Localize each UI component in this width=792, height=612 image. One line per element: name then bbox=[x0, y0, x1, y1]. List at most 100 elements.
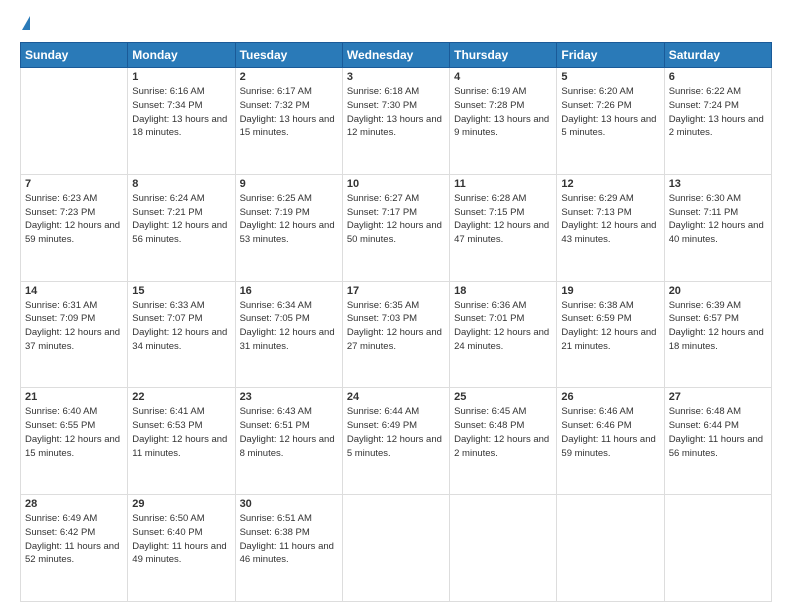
day-info: Sunrise: 6:38 AMSunset: 6:59 PMDaylight:… bbox=[561, 299, 659, 354]
day-info: Sunrise: 6:29 AMSunset: 7:13 PMDaylight:… bbox=[561, 192, 659, 247]
day-info: Sunrise: 6:20 AMSunset: 7:26 PMDaylight:… bbox=[561, 85, 659, 140]
day-cell: 13 Sunrise: 6:30 AMSunset: 7:11 PMDayligh… bbox=[664, 174, 771, 281]
day-header-tuesday: Tuesday bbox=[235, 43, 342, 68]
day-number: 29 bbox=[132, 498, 230, 510]
day-cell: 2 Sunrise: 6:17 AMSunset: 7:32 PMDaylight… bbox=[235, 68, 342, 175]
day-number: 15 bbox=[132, 285, 230, 297]
day-info: Sunrise: 6:31 AMSunset: 7:09 PMDaylight:… bbox=[25, 299, 123, 354]
day-cell: 22Sunrise: 6:41 AMSunset: 6:53 PMDayligh… bbox=[128, 388, 235, 495]
logo bbox=[20, 16, 30, 32]
day-cell: 25 Sunrise: 6:45 AMSunset: 6:48 PMDayligh… bbox=[450, 388, 557, 495]
day-number: 14 bbox=[25, 285, 123, 297]
day-info: Sunrise: 6:50 AMSunset: 6:40 PMDaylight:… bbox=[132, 512, 230, 567]
header bbox=[20, 16, 772, 32]
day-info: Sunrise: 6:33 AMSunset: 7:07 PMDaylight:… bbox=[132, 299, 230, 354]
week-row-2: 14 Sunrise: 6:31 AMSunset: 7:09 PMDayligh… bbox=[21, 281, 772, 388]
day-cell: 8 Sunrise: 6:24 AMSunset: 7:21 PMDaylight… bbox=[128, 174, 235, 281]
day-cell: 7 Sunrise: 6:23 AMSunset: 7:23 PMDaylight… bbox=[21, 174, 128, 281]
day-header-saturday: Saturday bbox=[664, 43, 771, 68]
day-info: Sunrise: 6:48 AMSunset: 6:44 PMDaylight:… bbox=[669, 405, 767, 460]
day-number: 2 bbox=[240, 71, 338, 83]
day-number: 19 bbox=[561, 285, 659, 297]
day-number: 10 bbox=[347, 178, 445, 190]
day-cell: 23Sunrise: 6:43 AMSunset: 6:51 PMDayligh… bbox=[235, 388, 342, 495]
day-number: 1 bbox=[132, 71, 230, 83]
day-number: 26 bbox=[561, 391, 659, 403]
day-info: Sunrise: 6:43 AMSunset: 6:51 PMDaylight:… bbox=[240, 405, 338, 460]
day-cell bbox=[557, 495, 664, 602]
page: SundayMondayTuesdayWednesdayThursdayFrid… bbox=[0, 0, 792, 612]
day-cell: 18 Sunrise: 6:36 AMSunset: 7:01 PMDayligh… bbox=[450, 281, 557, 388]
day-number: 17 bbox=[347, 285, 445, 297]
week-row-4: 28 Sunrise: 6:49 AMSunset: 6:42 PMDayligh… bbox=[21, 495, 772, 602]
day-info: Sunrise: 6:30 AMSunset: 7:11 PMDaylight:… bbox=[669, 192, 767, 247]
day-number: 8 bbox=[132, 178, 230, 190]
day-cell: 29 Sunrise: 6:50 AMSunset: 6:40 PMDayligh… bbox=[128, 495, 235, 602]
week-row-3: 21 Sunrise: 6:40 AMSunset: 6:55 PMDayligh… bbox=[21, 388, 772, 495]
day-number: 27 bbox=[669, 391, 767, 403]
days-header-row: SundayMondayTuesdayWednesdayThursdayFrid… bbox=[21, 43, 772, 68]
day-info: Sunrise: 6:28 AMSunset: 7:15 PMDaylight:… bbox=[454, 192, 552, 247]
day-number: 13 bbox=[669, 178, 767, 190]
day-header-wednesday: Wednesday bbox=[342, 43, 449, 68]
day-number: 21 bbox=[25, 391, 123, 403]
day-cell: 1 Sunrise: 6:16 AMSunset: 7:34 PMDaylight… bbox=[128, 68, 235, 175]
day-cell: 9 Sunrise: 6:25 AMSunset: 7:19 PMDaylight… bbox=[235, 174, 342, 281]
day-cell: 10 Sunrise: 6:27 AMSunset: 7:17 PMDayligh… bbox=[342, 174, 449, 281]
logo-triangle-icon bbox=[22, 16, 30, 30]
day-number: 20 bbox=[669, 285, 767, 297]
week-row-1: 7 Sunrise: 6:23 AMSunset: 7:23 PMDaylight… bbox=[21, 174, 772, 281]
day-info: Sunrise: 6:39 AMSunset: 6:57 PMDaylight:… bbox=[669, 299, 767, 354]
day-cell: 5 Sunrise: 6:20 AMSunset: 7:26 PMDaylight… bbox=[557, 68, 664, 175]
day-info: Sunrise: 6:25 AMSunset: 7:19 PMDaylight:… bbox=[240, 192, 338, 247]
day-number: 9 bbox=[240, 178, 338, 190]
day-number: 18 bbox=[454, 285, 552, 297]
day-info: Sunrise: 6:36 AMSunset: 7:01 PMDaylight:… bbox=[454, 299, 552, 354]
day-cell: 27 Sunrise: 6:48 AMSunset: 6:44 PMDayligh… bbox=[664, 388, 771, 495]
day-info: Sunrise: 6:40 AMSunset: 6:55 PMDaylight:… bbox=[25, 405, 123, 460]
day-number: 16 bbox=[240, 285, 338, 297]
day-info: Sunrise: 6:17 AMSunset: 7:32 PMDaylight:… bbox=[240, 85, 338, 140]
day-cell: 4 Sunrise: 6:19 AMSunset: 7:28 PMDaylight… bbox=[450, 68, 557, 175]
day-number: 30 bbox=[240, 498, 338, 510]
day-cell: 11Sunrise: 6:28 AMSunset: 7:15 PMDayligh… bbox=[450, 174, 557, 281]
day-cell: 14 Sunrise: 6:31 AMSunset: 7:09 PMDayligh… bbox=[21, 281, 128, 388]
day-number: 6 bbox=[669, 71, 767, 83]
day-cell: 3 Sunrise: 6:18 AMSunset: 7:30 PMDaylight… bbox=[342, 68, 449, 175]
day-info: Sunrise: 6:19 AMSunset: 7:28 PMDaylight:… bbox=[454, 85, 552, 140]
day-cell: 17Sunrise: 6:35 AMSunset: 7:03 PMDayligh… bbox=[342, 281, 449, 388]
day-info: Sunrise: 6:46 AMSunset: 6:46 PMDaylight:… bbox=[561, 405, 659, 460]
day-number: 22 bbox=[132, 391, 230, 403]
day-cell: 16 Sunrise: 6:34 AMSunset: 7:05 PMDayligh… bbox=[235, 281, 342, 388]
day-cell: 15 Sunrise: 6:33 AMSunset: 7:07 PMDayligh… bbox=[128, 281, 235, 388]
day-cell: 28 Sunrise: 6:49 AMSunset: 6:42 PMDayligh… bbox=[21, 495, 128, 602]
week-row-0: 1 Sunrise: 6:16 AMSunset: 7:34 PMDaylight… bbox=[21, 68, 772, 175]
day-cell bbox=[664, 495, 771, 602]
day-cell: 26 Sunrise: 6:46 AMSunset: 6:46 PMDayligh… bbox=[557, 388, 664, 495]
day-info: Sunrise: 6:16 AMSunset: 7:34 PMDaylight:… bbox=[132, 85, 230, 140]
day-number: 7 bbox=[25, 178, 123, 190]
day-number: 5 bbox=[561, 71, 659, 83]
day-cell: 12 Sunrise: 6:29 AMSunset: 7:13 PMDayligh… bbox=[557, 174, 664, 281]
day-info: Sunrise: 6:34 AMSunset: 7:05 PMDaylight:… bbox=[240, 299, 338, 354]
day-number: 4 bbox=[454, 71, 552, 83]
day-info: Sunrise: 6:24 AMSunset: 7:21 PMDaylight:… bbox=[132, 192, 230, 247]
day-cell bbox=[342, 495, 449, 602]
day-info: Sunrise: 6:45 AMSunset: 6:48 PMDaylight:… bbox=[454, 405, 552, 460]
day-info: Sunrise: 6:22 AMSunset: 7:24 PMDaylight:… bbox=[669, 85, 767, 140]
day-header-sunday: Sunday bbox=[21, 43, 128, 68]
day-info: Sunrise: 6:18 AMSunset: 7:30 PMDaylight:… bbox=[347, 85, 445, 140]
day-header-friday: Friday bbox=[557, 43, 664, 68]
day-info: Sunrise: 6:23 AMSunset: 7:23 PMDaylight:… bbox=[25, 192, 123, 247]
day-info: Sunrise: 6:27 AMSunset: 7:17 PMDaylight:… bbox=[347, 192, 445, 247]
day-number: 3 bbox=[347, 71, 445, 83]
day-cell: 6 Sunrise: 6:22 AMSunset: 7:24 PMDaylight… bbox=[664, 68, 771, 175]
day-cell: 20 Sunrise: 6:39 AMSunset: 6:57 PMDayligh… bbox=[664, 281, 771, 388]
day-number: 28 bbox=[25, 498, 123, 510]
day-header-thursday: Thursday bbox=[450, 43, 557, 68]
day-info: Sunrise: 6:49 AMSunset: 6:42 PMDaylight:… bbox=[25, 512, 123, 567]
day-number: 25 bbox=[454, 391, 552, 403]
day-cell bbox=[450, 495, 557, 602]
day-number: 12 bbox=[561, 178, 659, 190]
calendar-table: SundayMondayTuesdayWednesdayThursdayFrid… bbox=[20, 42, 772, 602]
